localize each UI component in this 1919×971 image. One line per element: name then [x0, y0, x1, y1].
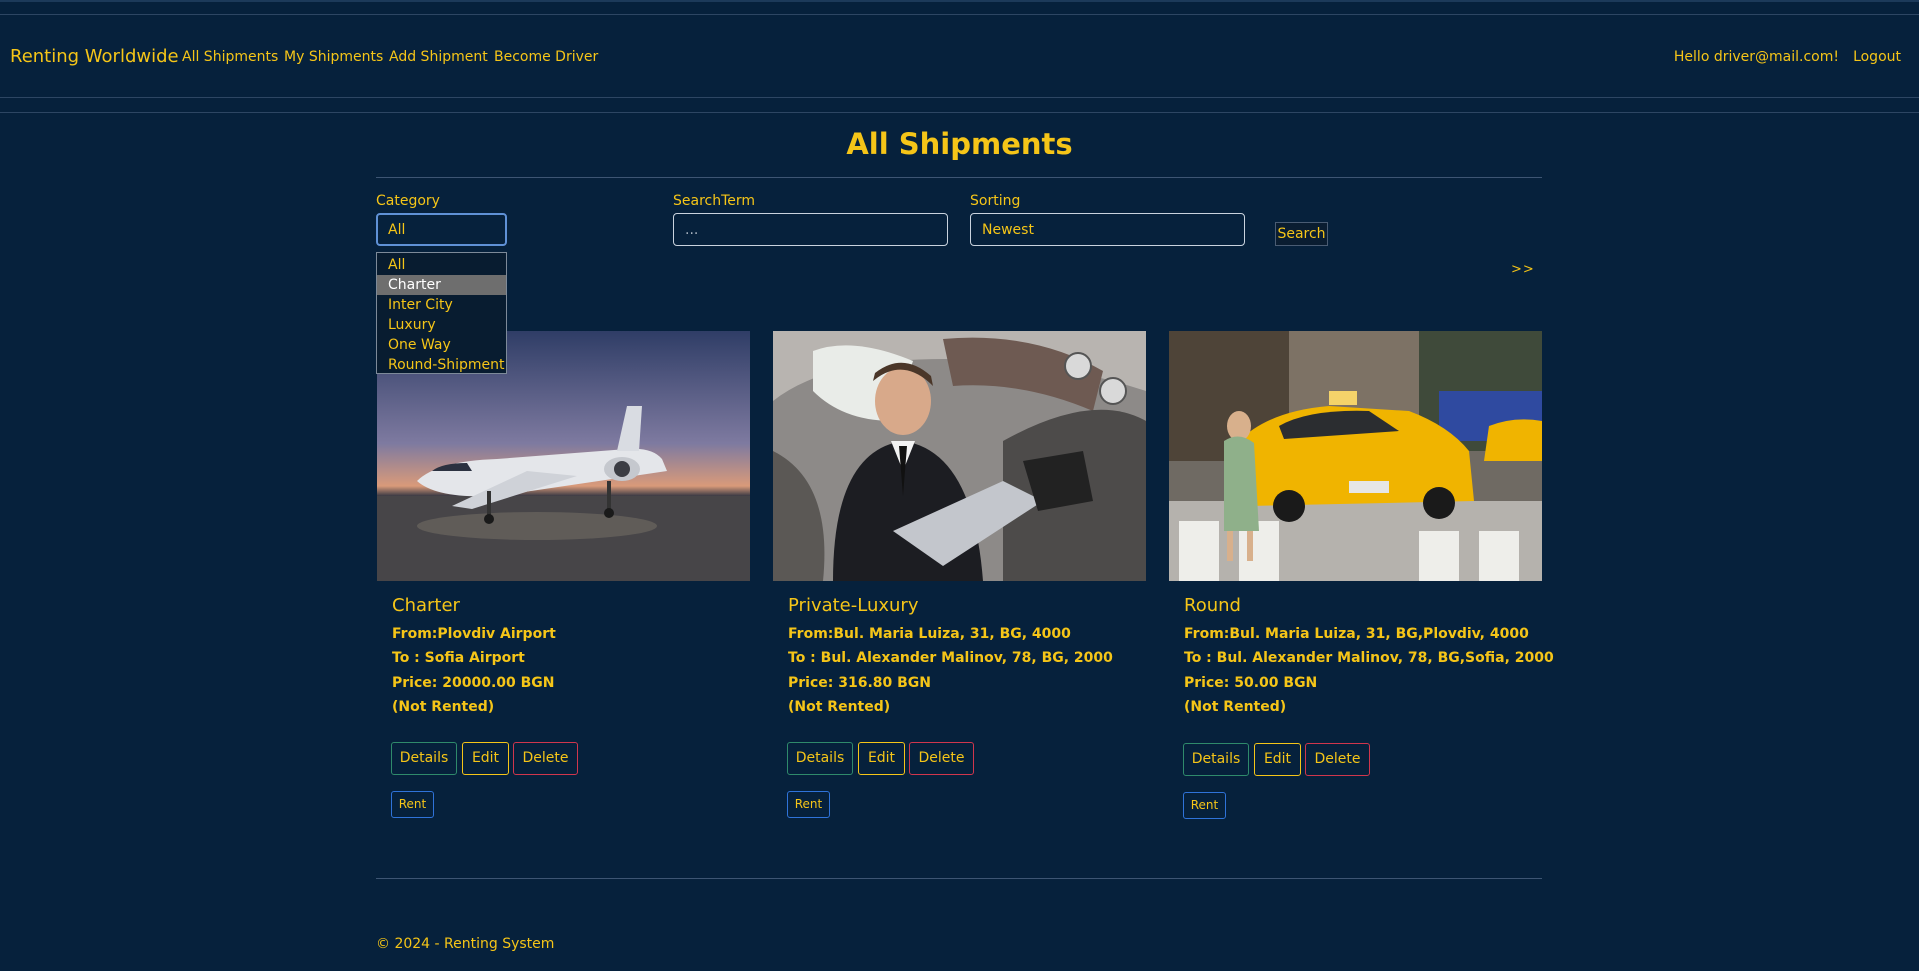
category-option-charter[interactable]: Charter	[377, 275, 506, 295]
category-select[interactable]: All	[376, 213, 507, 246]
delete-button[interactable]: Delete	[1305, 743, 1370, 776]
card-from: From:Bul. Maria Luiza, 31, BG,Plovdiv, 4…	[1184, 626, 1529, 642]
page-title: All Shipments	[846, 127, 1073, 161]
content-top-border	[0, 112, 1919, 113]
brand-link[interactable]: Renting Worldwide	[10, 46, 179, 67]
card-to: To : Sofia Airport	[392, 650, 525, 666]
shipment-card: Round From:Bul. Maria Luiza, 31, BG,Plov…	[1169, 331, 1554, 819]
details-button[interactable]: Details	[787, 742, 853, 775]
search-input[interactable]: ...	[673, 213, 948, 246]
title-divider	[376, 177, 1542, 178]
edit-button[interactable]: Edit	[1254, 743, 1301, 776]
rent-button[interactable]: Rent	[391, 791, 434, 818]
card-price: Price: 316.80 BGN	[788, 675, 932, 691]
rent-button[interactable]: Rent	[1183, 792, 1226, 819]
category-option-one-way[interactable]: One Way	[377, 335, 506, 355]
rent-button[interactable]: Rent	[787, 791, 830, 818]
logout-link[interactable]: Logout	[1853, 49, 1901, 65]
footer-copyright: © 2024 - Renting System	[376, 936, 555, 952]
category-option-round-shipment[interactable]: Round-Shipment	[377, 355, 506, 375]
top-edge	[0, 0, 1919, 2]
card-price: Price: 20000.00 BGN	[392, 675, 555, 691]
nav-add-shipment[interactable]: Add Shipment	[389, 49, 488, 65]
card-status: (Not Rented)	[1184, 699, 1287, 715]
card-status: (Not Rented)	[392, 699, 495, 715]
businessman-in-limousine-photo	[773, 331, 1146, 581]
yellow-taxi-photo	[1169, 331, 1542, 581]
card-title: Round	[1184, 595, 1241, 616]
category-label: Category	[376, 193, 440, 209]
sorting-label: Sorting	[970, 193, 1021, 209]
card-price: Price: 50.00 BGN	[1184, 675, 1318, 691]
footer-divider	[376, 878, 1542, 879]
nav-become-driver[interactable]: Become Driver	[494, 49, 598, 65]
card-from: From:Plovdiv Airport	[392, 626, 556, 642]
edit-button[interactable]: Edit	[462, 742, 509, 775]
search-button[interactable]: Search	[1275, 222, 1328, 246]
category-option-luxury[interactable]: Luxury	[377, 315, 506, 335]
user-greeting[interactable]: Hello driver@mail.com!	[1674, 49, 1839, 65]
card-from: From:Bul. Maria Luiza, 31, BG, 4000	[788, 626, 1071, 642]
nav-all-shipments[interactable]: All Shipments	[182, 49, 278, 65]
delete-button[interactable]: Delete	[909, 742, 974, 775]
category-option-all[interactable]: All	[377, 255, 506, 275]
navbar: Renting Worldwide All Shipments My Shipm…	[0, 14, 1919, 98]
search-term-label: SearchTerm	[673, 193, 756, 209]
card-to: To : Bul. Alexander Malinov, 78, BG,Sofi…	[1184, 650, 1554, 666]
next-page-link[interactable]: >>	[1511, 262, 1535, 277]
shipment-card: Private-Luxury From:Bul. Maria Luiza, 31…	[773, 331, 1146, 818]
card-status: (Not Rented)	[788, 699, 891, 715]
details-button[interactable]: Details	[1183, 743, 1249, 776]
card-title: Charter	[392, 595, 460, 616]
category-dropdown-list: All Charter Inter City Luxury One Way Ro…	[376, 252, 507, 374]
edit-button[interactable]: Edit	[858, 742, 905, 775]
details-button[interactable]: Details	[391, 742, 457, 775]
delete-button[interactable]: Delete	[513, 742, 578, 775]
nav-my-shipments[interactable]: My Shipments	[284, 49, 383, 65]
card-title: Private-Luxury	[788, 595, 919, 616]
category-option-inter-city[interactable]: Inter City	[377, 295, 506, 315]
card-to: To : Bul. Alexander Malinov, 78, BG, 200…	[788, 650, 1113, 666]
sorting-select[interactable]: Newest	[970, 213, 1245, 246]
